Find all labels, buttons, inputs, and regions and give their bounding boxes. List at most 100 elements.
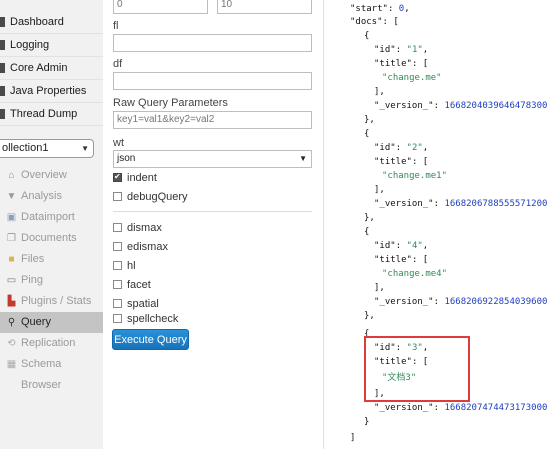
json-version-line: "_version_": 1668204039646478300	[374, 101, 548, 111]
spellcheck-label: spellcheck	[127, 313, 179, 325]
json-title-value: "文档3"	[382, 373, 417, 383]
json-title-line: "title": [	[374, 59, 429, 69]
json-brace: }	[364, 417, 370, 427]
core-item-label: Analysis	[21, 190, 62, 202]
json-id-line: "id": "1",	[374, 45, 429, 55]
nav-item-java-properties[interactable]: Java Properties	[0, 80, 103, 103]
json-id-line: "id": "3",	[374, 343, 429, 353]
hl-checkbox[interactable]	[113, 261, 122, 270]
nav-item-label: Core Admin	[10, 62, 68, 74]
core-item-documents[interactable]: ❐ Documents	[0, 228, 103, 249]
dismax-checkbox[interactable]	[113, 223, 122, 232]
json-brace: },	[364, 213, 375, 223]
core-item-dataimport[interactable]: ▣ Dataimport	[0, 207, 103, 228]
core-item-query[interactable]: ⚲ Query	[0, 312, 103, 333]
core-item-label: Dataimport	[21, 211, 75, 223]
fl-input[interactable]	[113, 34, 312, 52]
json-title-value: "change.me1"	[382, 171, 448, 181]
core-item-schema-browser[interactable]: ▦ Schema Browser	[0, 354, 103, 391]
core-item-plugins-stats[interactable]: ▙ Plugins / Stats	[0, 291, 103, 312]
response-panel: "start": 0, "docs": [ { "id": "1", "titl…	[324, 0, 558, 449]
start-input[interactable]: 0	[113, 0, 208, 14]
json-title-line: "title": [	[374, 255, 429, 265]
df-label: df	[113, 58, 123, 70]
hl-label: hl	[127, 260, 136, 272]
json-id-line: "id": "2",	[374, 143, 429, 153]
core-item-label: Schema Browser	[21, 358, 62, 391]
spellcheck-checkbox[interactable]	[113, 314, 122, 323]
dismax-label: dismax	[127, 222, 162, 234]
dataimport-icon: ▣	[6, 212, 17, 223]
nav-item-label: Logging	[10, 39, 50, 51]
json-brace: },	[364, 311, 375, 321]
core-item-label: Documents	[21, 232, 77, 244]
nav-item-thread-dump[interactable]: Thread Dump	[0, 103, 103, 126]
core-item-overview[interactable]: ⌂ Overview	[0, 165, 103, 186]
analysis-icon: ▼	[6, 191, 17, 202]
json-bracket: ],	[374, 389, 385, 399]
query-form: 0 10 fl df Raw Query Parameters key1=val…	[103, 0, 323, 449]
core-item-ping[interactable]: ▭ Ping	[0, 270, 103, 291]
json-bracket: ]	[350, 433, 356, 443]
json-start-line: "start": 0,	[350, 4, 410, 14]
nav-item-dashboard[interactable]: Dashboard	[0, 11, 103, 34]
facet-checkbox[interactable]	[113, 280, 122, 289]
core-selector-value: ollection1	[2, 142, 49, 154]
core-item-label: Overview	[21, 169, 67, 181]
nav-item-label: Thread Dump	[10, 108, 78, 120]
indent-label: indent	[127, 172, 157, 184]
json-brace: },	[364, 115, 375, 125]
json-title-value: "change.me4"	[382, 269, 448, 279]
json-title-value: "change.me"	[382, 73, 442, 83]
plugins-icon: ▙	[7, 296, 16, 307]
json-version-line: "_version_": 1668206788555571200	[374, 199, 548, 209]
json-bracket: ],	[374, 185, 385, 195]
dashboard-icon	[0, 17, 5, 27]
debug-query-label: debugQuery	[127, 191, 188, 203]
chevron-down-icon: ▼	[81, 144, 89, 153]
json-title-line: "title": [	[374, 157, 429, 167]
edismax-checkbox[interactable]	[113, 242, 122, 251]
json-version-line: "_version_": 1668207474473173000	[374, 403, 548, 413]
core-item-analysis[interactable]: ▼ Analysis	[0, 186, 103, 207]
files-icon: ■	[8, 254, 15, 265]
debug-query-checkbox[interactable]	[113, 192, 122, 201]
core-item-files[interactable]: ■ Files	[0, 249, 103, 270]
core-item-label: Replication	[21, 337, 76, 349]
nav-item-core-admin[interactable]: Core Admin	[0, 57, 103, 80]
query-icon: ⚲	[7, 317, 16, 328]
json-bracket: ],	[374, 87, 385, 97]
spatial-checkbox[interactable]	[113, 299, 122, 308]
execute-query-button[interactable]: Execute Query	[112, 329, 189, 350]
indent-checkbox[interactable]	[113, 172, 122, 182]
core-admin-icon	[0, 63, 5, 73]
core-item-replication[interactable]: ⟲ Replication	[0, 333, 103, 354]
java-properties-icon	[0, 86, 5, 96]
schema-browser-icon: ▦	[6, 359, 17, 370]
wt-select[interactable]: json ▼	[113, 150, 312, 168]
json-id-line: "id": "4",	[374, 241, 429, 251]
divider	[113, 211, 312, 212]
json-version-line: "_version_": 1668206922854039600	[374, 297, 548, 307]
json-brace: {	[364, 31, 370, 41]
overview-icon: ⌂	[8, 170, 15, 181]
documents-icon: ❐	[7, 233, 16, 244]
nav-item-logging[interactable]: Logging	[0, 34, 103, 57]
nav-item-label: Dashboard	[10, 16, 64, 28]
raw-query-input[interactable]: key1=val1&key2=val2	[113, 111, 312, 129]
json-title-line: "title": [	[374, 357, 429, 367]
wt-label: wt	[113, 137, 124, 149]
raw-query-label: Raw Query Parameters	[113, 97, 228, 109]
chevron-down-icon: ▼	[299, 154, 307, 163]
spatial-label: spatial	[127, 298, 159, 310]
core-selector[interactable]: ollection1 ▼	[0, 139, 94, 158]
json-docs-line: "docs": [	[350, 17, 399, 27]
rows-input[interactable]: 10	[217, 0, 312, 14]
df-input[interactable]	[113, 72, 312, 90]
core-item-label: Ping	[21, 274, 44, 286]
thread-dump-icon	[0, 109, 5, 119]
json-brace: {	[364, 129, 370, 139]
logging-icon	[0, 40, 5, 50]
core-item-label: Plugins / Stats	[21, 295, 92, 307]
edismax-label: edismax	[127, 241, 168, 253]
